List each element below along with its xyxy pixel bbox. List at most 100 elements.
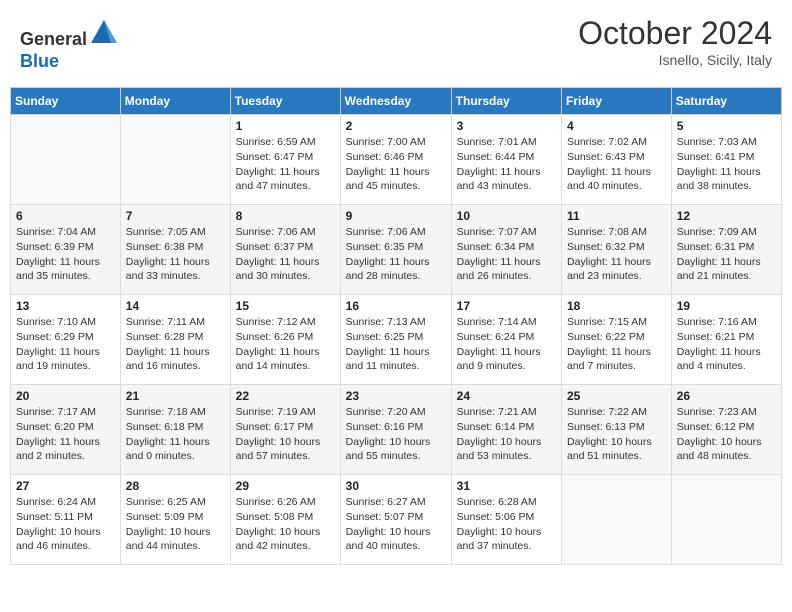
calendar-cell: 1 Sunrise: 6:59 AMSunset: 6:47 PMDaylight… <box>230 115 340 205</box>
day-detail: Sunrise: 7:10 AMSunset: 6:29 PMDaylight:… <box>16 315 115 374</box>
day-detail: Sunrise: 7:15 AMSunset: 6:22 PMDaylight:… <box>567 315 666 374</box>
day-detail: Sunrise: 6:26 AMSunset: 5:08 PMDaylight:… <box>236 495 335 554</box>
calendar-cell: 27Sunrise: 6:24 AMSunset: 5:11 PMDayligh… <box>11 475 121 565</box>
weekday-header-cell: Friday <box>562 88 672 115</box>
day-number: 3 <box>457 119 556 133</box>
day-number: 19 <box>677 299 776 313</box>
calendar-cell: 17Sunrise: 7:14 AMSunset: 6:24 PMDayligh… <box>451 295 561 385</box>
day-detail: Sunrise: 7:08 AMSunset: 6:32 PMDaylight:… <box>567 225 666 284</box>
month-title: October 2024 Isnello, Sicily, Italy <box>578 15 772 68</box>
location: Isnello, Sicily, Italy <box>578 52 772 68</box>
day-detail: Sunrise: 7:23 AMSunset: 6:12 PMDaylight:… <box>677 405 776 464</box>
day-number: 22 <box>236 389 335 403</box>
day-detail: Sunrise: 7:16 AMSunset: 6:21 PMDaylight:… <box>677 315 776 374</box>
weekday-header-row: SundayMondayTuesdayWednesdayThursdayFrid… <box>11 88 782 115</box>
day-number: 20 <box>16 389 115 403</box>
calendar-cell: 14 Sunrise: 7:11 AMSunset: 6:28 PMDayligh… <box>120 295 230 385</box>
calendar-week-row: 13Sunrise: 7:10 AMSunset: 6:29 PMDayligh… <box>11 295 782 385</box>
day-number: 5 <box>677 119 776 133</box>
day-number: 8 <box>236 209 335 223</box>
calendar-cell: 25Sunrise: 7:22 AMSunset: 6:13 PMDayligh… <box>562 385 672 475</box>
day-detail: Sunrise: 7:18 AMSunset: 6:18 PMDaylight:… <box>126 405 225 464</box>
calendar: SundayMondayTuesdayWednesdayThursdayFrid… <box>10 87 782 565</box>
day-number: 31 <box>457 479 556 493</box>
logo-text: General Blue <box>20 15 119 72</box>
calendar-week-row: 20Sunrise: 7:17 AMSunset: 6:20 PMDayligh… <box>11 385 782 475</box>
calendar-week-row: 6 Sunrise: 7:04 AMSunset: 6:39 PMDaylight… <box>11 205 782 295</box>
day-number: 7 <box>126 209 225 223</box>
calendar-cell: 29 Sunrise: 6:26 AMSunset: 5:08 PMDayligh… <box>230 475 340 565</box>
calendar-cell: 31Sunrise: 6:28 AMSunset: 5:06 PMDayligh… <box>451 475 561 565</box>
day-number: 23 <box>346 389 446 403</box>
calendar-cell <box>562 475 672 565</box>
day-number: 18 <box>567 299 666 313</box>
day-number: 30 <box>346 479 446 493</box>
calendar-cell: 30 Sunrise: 6:27 AMSunset: 5:07 PMDayligh… <box>340 475 451 565</box>
day-number: 10 <box>457 209 556 223</box>
day-number: 29 <box>236 479 335 493</box>
day-number: 9 <box>346 209 446 223</box>
day-number: 1 <box>236 119 335 133</box>
calendar-cell: 6 Sunrise: 7:04 AMSunset: 6:39 PMDaylight… <box>11 205 121 295</box>
weekday-header-cell: Monday <box>120 88 230 115</box>
weekday-header-cell: Tuesday <box>230 88 340 115</box>
calendar-week-row: 1 Sunrise: 6:59 AMSunset: 6:47 PMDaylight… <box>11 115 782 205</box>
day-number: 12 <box>677 209 776 223</box>
day-detail: Sunrise: 7:06 AMSunset: 6:35 PMDaylight:… <box>346 225 446 284</box>
calendar-cell: 28 Sunrise: 6:25 AMSunset: 5:09 PMDayligh… <box>120 475 230 565</box>
calendar-cell: 20Sunrise: 7:17 AMSunset: 6:20 PMDayligh… <box>11 385 121 475</box>
day-number: 21 <box>126 389 225 403</box>
calendar-cell: 9 Sunrise: 7:06 AMSunset: 6:35 PMDaylight… <box>340 205 451 295</box>
day-detail: Sunrise: 7:09 AMSunset: 6:31 PMDaylight:… <box>677 225 776 284</box>
day-detail: Sunrise: 7:21 AMSunset: 6:14 PMDaylight:… <box>457 405 556 464</box>
day-number: 4 <box>567 119 666 133</box>
day-detail: Sunrise: 7:13 AMSunset: 6:25 PMDaylight:… <box>346 315 446 374</box>
day-number: 16 <box>346 299 446 313</box>
day-detail: Sunrise: 7:02 AMSunset: 6:43 PMDaylight:… <box>567 135 666 194</box>
day-detail: Sunrise: 7:03 AMSunset: 6:41 PMDaylight:… <box>677 135 776 194</box>
calendar-cell: 15 Sunrise: 7:12 AMSunset: 6:26 PMDayligh… <box>230 295 340 385</box>
calendar-cell: 11 Sunrise: 7:08 AMSunset: 6:32 PMDayligh… <box>562 205 672 295</box>
calendar-body: 1 Sunrise: 6:59 AMSunset: 6:47 PMDaylight… <box>11 115 782 565</box>
calendar-cell: 7 Sunrise: 7:05 AMSunset: 6:38 PMDaylight… <box>120 205 230 295</box>
calendar-cell: 19 Sunrise: 7:16 AMSunset: 6:21 PMDayligh… <box>671 295 781 385</box>
calendar-cell: 22 Sunrise: 7:19 AMSunset: 6:17 PMDayligh… <box>230 385 340 475</box>
calendar-cell: 26 Sunrise: 7:23 AMSunset: 6:12 PMDayligh… <box>671 385 781 475</box>
day-detail: Sunrise: 7:19 AMSunset: 6:17 PMDaylight:… <box>236 405 335 464</box>
day-number: 11 <box>567 209 666 223</box>
day-number: 26 <box>677 389 776 403</box>
day-detail: Sunrise: 7:12 AMSunset: 6:26 PMDaylight:… <box>236 315 335 374</box>
month-year: October 2024 <box>578 15 772 52</box>
logo-icon <box>89 15 119 45</box>
day-number: 28 <box>126 479 225 493</box>
calendar-cell: 5 Sunrise: 7:03 AMSunset: 6:41 PMDaylight… <box>671 115 781 205</box>
day-detail: Sunrise: 7:07 AMSunset: 6:34 PMDaylight:… <box>457 225 556 284</box>
day-detail: Sunrise: 7:14 AMSunset: 6:24 PMDaylight:… <box>457 315 556 374</box>
weekday-header-cell: Wednesday <box>340 88 451 115</box>
day-detail: Sunrise: 7:11 AMSunset: 6:28 PMDaylight:… <box>126 315 225 374</box>
calendar-cell: 13Sunrise: 7:10 AMSunset: 6:29 PMDayligh… <box>11 295 121 385</box>
day-detail: Sunrise: 7:05 AMSunset: 6:38 PMDaylight:… <box>126 225 225 284</box>
logo-blue: Blue <box>20 51 59 71</box>
calendar-week-row: 27Sunrise: 6:24 AMSunset: 5:11 PMDayligh… <box>11 475 782 565</box>
day-detail: Sunrise: 6:27 AMSunset: 5:07 PMDaylight:… <box>346 495 446 554</box>
calendar-cell: 24Sunrise: 7:21 AMSunset: 6:14 PMDayligh… <box>451 385 561 475</box>
weekday-header-cell: Thursday <box>451 88 561 115</box>
calendar-cell: 10 Sunrise: 7:07 AMSunset: 6:34 PMDayligh… <box>451 205 561 295</box>
day-number: 15 <box>236 299 335 313</box>
day-number: 27 <box>16 479 115 493</box>
calendar-cell: 4 Sunrise: 7:02 AMSunset: 6:43 PMDaylight… <box>562 115 672 205</box>
calendar-cell: 3Sunrise: 7:01 AMSunset: 6:44 PMDaylight… <box>451 115 561 205</box>
day-number: 6 <box>16 209 115 223</box>
logo: General Blue <box>20 15 119 72</box>
day-detail: Sunrise: 7:04 AMSunset: 6:39 PMDaylight:… <box>16 225 115 284</box>
page-header: General Blue October 2024 Isnello, Sicil… <box>10 10 782 77</box>
day-detail: Sunrise: 6:25 AMSunset: 5:09 PMDaylight:… <box>126 495 225 554</box>
calendar-cell: 12 Sunrise: 7:09 AMSunset: 6:31 PMDayligh… <box>671 205 781 295</box>
day-detail: Sunrise: 7:20 AMSunset: 6:16 PMDaylight:… <box>346 405 446 464</box>
day-detail: Sunrise: 7:22 AMSunset: 6:13 PMDaylight:… <box>567 405 666 464</box>
day-detail: Sunrise: 6:59 AMSunset: 6:47 PMDaylight:… <box>236 135 335 194</box>
day-number: 14 <box>126 299 225 313</box>
day-number: 2 <box>346 119 446 133</box>
calendar-cell: 21 Sunrise: 7:18 AMSunset: 6:18 PMDayligh… <box>120 385 230 475</box>
